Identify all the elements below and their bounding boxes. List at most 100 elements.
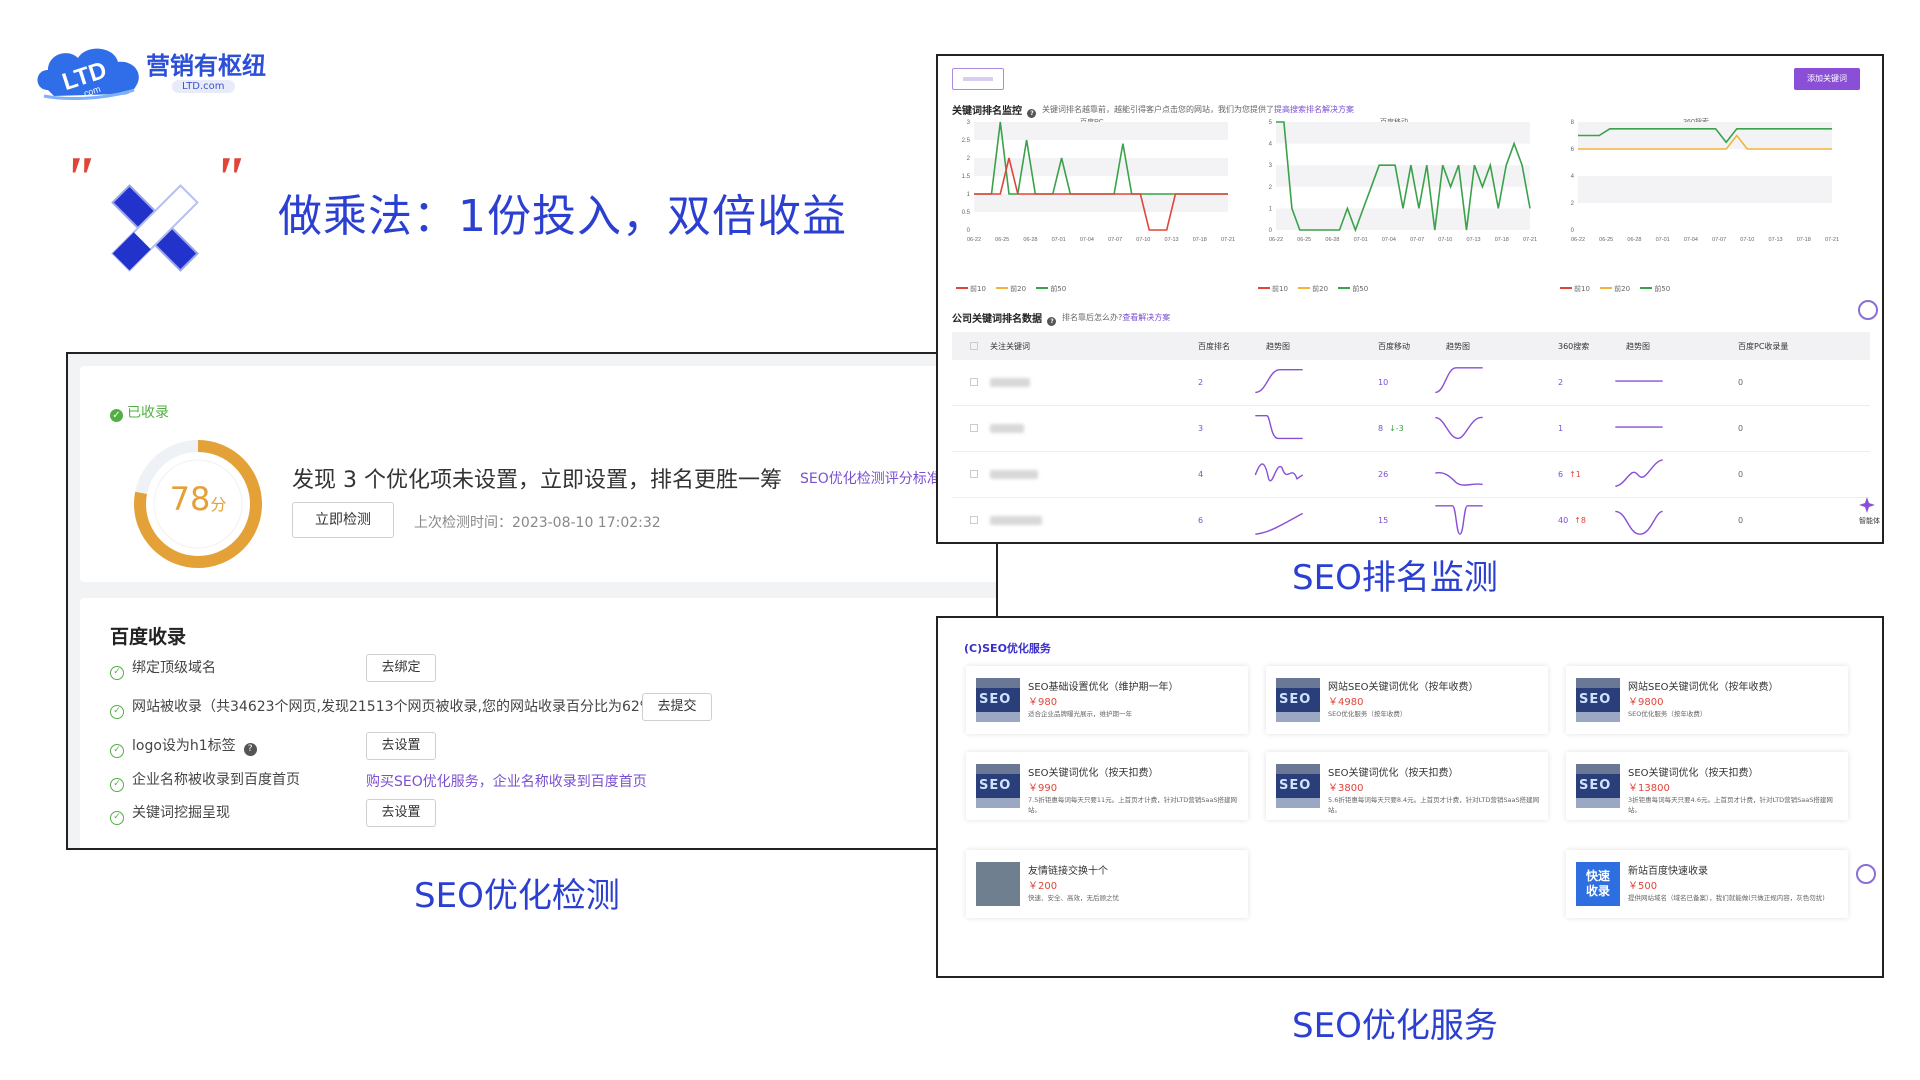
service-card[interactable]: SEOSEO基础设置优化（维护期一年）￥980适合企业品牌曝光展示，维护期一年	[966, 666, 1248, 734]
row-checkbox[interactable]	[970, 516, 978, 524]
legend-label: 前50	[1050, 285, 1066, 293]
s360-rank: 40↑8	[1558, 516, 1586, 525]
service-card[interactable]: SEOSEO关键词优化（按天扣费）￥9907.5折钜惠每词每天只要11元。上首页…	[966, 752, 1248, 820]
help-icon[interactable]: ?	[244, 743, 257, 756]
x-tick-label: 07-07	[1410, 237, 1424, 243]
trend-sparkline	[1432, 456, 1486, 492]
submit-button[interactable]: 去提交	[642, 693, 712, 721]
service-card[interactable]: SEOSEO关键词优化（按天扣费）￥138003折钜惠每词每天只要4.6元。上首…	[1566, 752, 1848, 820]
x-tick-label: 06-22	[1269, 237, 1283, 243]
score-card: ✓已收录 78分 发现 3 个优化项未设置，立即设置，排名更胜一筹 SEO优化检…	[80, 366, 998, 582]
service-name: SEO基础设置优化（维护期一年）	[1028, 678, 1179, 693]
mobile-rank: 26	[1378, 470, 1388, 479]
x-tick-label: 07-13	[1165, 237, 1179, 243]
add-keyword-button[interactable]: 添加关键词	[1794, 68, 1860, 90]
legend-swatch	[996, 287, 1008, 289]
legend-swatch	[1600, 287, 1612, 289]
thumb-base	[976, 712, 1020, 722]
service-description: 5.6折钜惠每词每天只要8.4元。上首页才计费，针对LTD营销SaaS搭建网站。	[1328, 795, 1540, 815]
trend-sparkline	[1612, 410, 1666, 446]
service-card[interactable]: SEO网站SEO关键词优化（按年收费）￥4980SEO优化服务（按年收费）	[1266, 666, 1548, 734]
x-tick-label: 07-13	[1769, 237, 1783, 243]
seo-thumbnail-icon: SEO	[1276, 678, 1320, 722]
service-price: ￥4980	[1328, 693, 1363, 708]
check-item-keyword-mining: ✓关键词挖掘呈现	[110, 801, 230, 825]
rank-data-title: 公司关键词排名数据 ?	[952, 310, 1056, 326]
set-logo-h1-button[interactable]: 去设置	[366, 732, 436, 760]
y-tick-label: 4	[1269, 142, 1273, 148]
legend-item: 前50	[1640, 284, 1670, 294]
row-checkbox[interactable]	[970, 470, 978, 478]
thumb-bar	[1576, 764, 1620, 774]
ai-agent-icon[interactable]	[1858, 496, 1876, 514]
rank-change-indicator: ↑1	[1569, 470, 1581, 479]
check-icon: ✓	[110, 705, 124, 719]
placeholder-button[interactable]	[952, 68, 1004, 90]
pc-index-count: 0	[1738, 516, 1743, 525]
x-tick-label: 07-01	[1354, 237, 1368, 243]
service-card[interactable]: 友情链接交换十个￥200快速、安全、高效，无后顾之忧	[966, 850, 1248, 918]
s360-rank: 6↑1	[1558, 470, 1581, 479]
service-card[interactable]: 快速收录新站百度快速收录￥500提供网站域名（域名已备案），我们就能做(只做正规…	[1566, 850, 1848, 918]
y-tick-label: 5	[1269, 120, 1273, 126]
bind-domain-button[interactable]: 去绑定	[366, 654, 436, 682]
check-item-label: 绑定顶级域名	[132, 660, 216, 676]
trend-sparkline	[1432, 364, 1486, 400]
x-tick-label: 06-25	[1297, 237, 1311, 243]
service-card[interactable]: SEOSEO关键词优化（按天扣费）￥38005.6折钜惠每词每天只要8.4元。上…	[1266, 752, 1548, 820]
y-tick-label: 2.5	[962, 138, 971, 144]
fast-index-thumbnail: 快速收录	[1576, 862, 1620, 906]
y-tick-label: 6	[1571, 147, 1575, 153]
service-description: 7.5折钜惠每词每天只要11元。上首页才计费，针对LTD营销SaaS搭建网站。	[1028, 795, 1240, 815]
legend-swatch	[1338, 287, 1350, 289]
check-item-company-indexed: ✓企业名称被收录到百度首页	[110, 768, 300, 792]
x-tick-label: 07-04	[1382, 237, 1396, 243]
x-tick-label: 07-07	[1712, 237, 1726, 243]
service-price: ￥990	[1028, 779, 1057, 794]
support-headset-icon[interactable]	[1858, 300, 1878, 320]
rank-data-note-text: 排名靠后怎么办?	[1062, 313, 1122, 322]
keyword-blurred	[990, 378, 1030, 387]
row-checkbox[interactable]	[970, 378, 978, 386]
y-tick-label: 4	[1571, 174, 1575, 180]
y-tick-label: 0	[1571, 228, 1575, 234]
check-item-label: 网站被收录（共34623个网页,发现21513个网页被收录,您的网站收录百分比为…	[132, 699, 659, 715]
legend-label: 前10	[970, 285, 986, 293]
x-tick-label: 07-21	[1825, 237, 1839, 243]
baidu-pc-rank-chart: 百度PC32.521.510.5006-2206-2506-2807-0107-…	[952, 112, 1236, 258]
row-checkbox[interactable]	[970, 424, 978, 432]
scoring-standard-link[interactable]: SEO优化检测评分标准	[800, 468, 941, 488]
rank-solution-link[interactable]: 查看解决方案	[1122, 313, 1170, 322]
service-card[interactable]: SEO网站SEO关键词优化（按年收费）￥9800SEO优化服务（按年收费）	[1566, 666, 1848, 734]
support-headset-icon[interactable]	[1856, 864, 1876, 884]
grid-band	[1276, 122, 1530, 144]
service-name: SEO关键词优化（按天扣费）	[1628, 764, 1759, 779]
service-name: 网站SEO关键词优化（按年收费）	[1628, 678, 1779, 693]
rank-data-note: 排名靠后怎么办?查看解决方案	[1062, 312, 1170, 323]
baidu-index-card: 百度收录 ✓绑定顶级域名 去绑定 ✓网站被收录（共34623个网页,发现2151…	[80, 598, 998, 850]
select-all-checkbox[interactable]	[970, 342, 978, 350]
column-header: 百度移动	[1378, 341, 1410, 352]
column-header: 百度PC收录量	[1738, 341, 1788, 352]
service-description: SEO优化服务（按年收费）	[1328, 709, 1540, 719]
help-icon[interactable]: ?	[1047, 317, 1056, 326]
x-tick-label: 07-10	[1740, 237, 1754, 243]
rank-change-indicator: ↓-3	[1389, 424, 1404, 433]
seo-thumbnail-icon: SEO	[1576, 678, 1620, 722]
grid-band	[1276, 208, 1530, 230]
baidu-index-title: 百度收录	[110, 622, 186, 649]
svg-text:": "	[62, 158, 95, 211]
baidu-rank: 2	[1198, 378, 1203, 387]
thumb-seo-text: SEO	[979, 778, 1011, 793]
seo-thumbnail-icon: SEO	[1576, 764, 1620, 808]
x-tick-label: 07-21	[1221, 237, 1235, 243]
seo-thumbnail-icon: SEO	[976, 678, 1020, 722]
legend-item: 前50	[1036, 284, 1066, 294]
thumb-line: 快速	[1586, 869, 1610, 883]
y-tick-label: 2	[1571, 201, 1575, 207]
legend-label: 前20	[1312, 285, 1328, 293]
set-keyword-mining-button[interactable]: 去设置	[366, 799, 436, 827]
y-tick-label: 1	[1269, 206, 1273, 212]
buy-seo-service-link[interactable]: 购买SEO优化服务，企业名称收录到百度首页	[366, 771, 647, 791]
detect-now-button[interactable]: 立即检测	[292, 502, 394, 538]
